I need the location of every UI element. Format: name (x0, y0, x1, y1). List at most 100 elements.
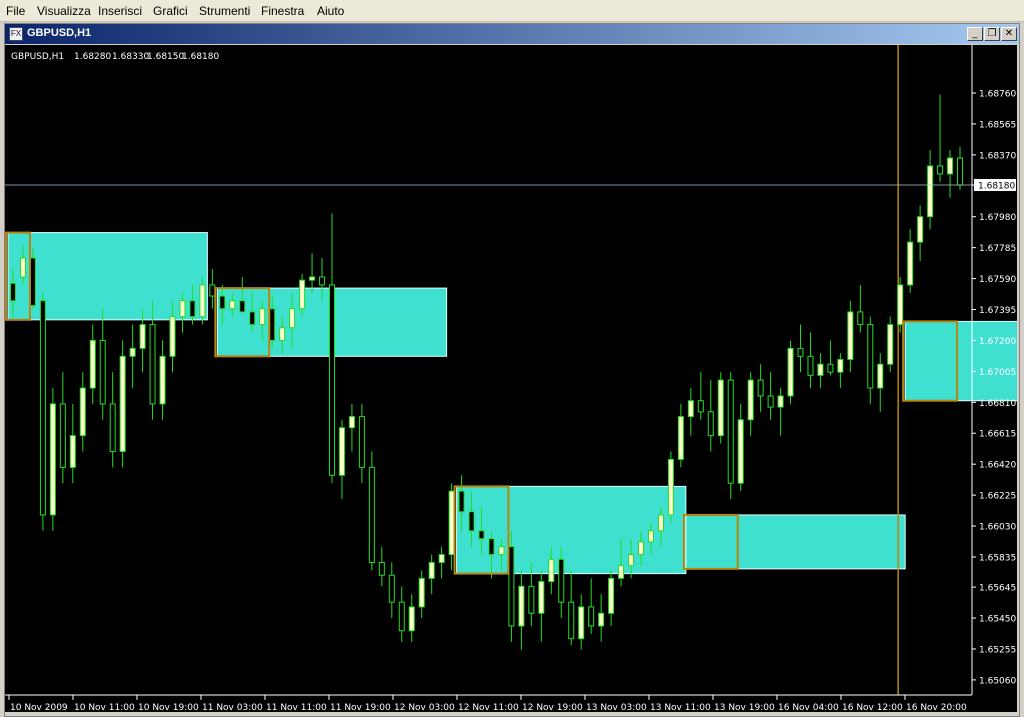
price-tick-label: 1.67785 (979, 244, 1016, 254)
candle-bull (747, 379, 754, 421)
menu-visualizza[interactable]: Visualizza (37, 4, 91, 18)
candle-bear (707, 411, 714, 437)
close-button[interactable]: ✕ (1001, 27, 1017, 41)
candle-bull (877, 363, 884, 389)
candle-bull (887, 324, 894, 365)
candle-bull (777, 395, 784, 408)
candle-bear (827, 363, 834, 373)
candle-bear (398, 601, 405, 632)
time-tick-label: 16 Nov 20:00 (906, 703, 967, 712)
candle-bear (508, 546, 515, 627)
price-tick-label: 1.68370 (979, 151, 1016, 161)
candle-bear (767, 395, 774, 408)
supply-demand-zone (904, 320, 1017, 402)
candle-bear (99, 339, 106, 405)
chart-info-open: 1.68280 (74, 52, 111, 62)
candle-bull (917, 216, 924, 243)
minimize-button[interactable]: _ (967, 27, 983, 41)
price-tick-label: 1.65835 (979, 553, 1016, 563)
candle-bull (89, 339, 96, 389)
candle-bear (478, 530, 485, 540)
menu-finestra[interactable]: Finestra (261, 4, 304, 18)
time-tick-label: 13 Nov 03:00 (586, 703, 647, 712)
candle-bull (418, 577, 425, 608)
candle-bull (687, 400, 694, 418)
candle-bull (897, 284, 904, 326)
window-titlebar[interactable]: FX GBPUSD,H1 _ ❐ ✕ (5, 24, 1019, 44)
candle-bear (328, 284, 335, 476)
time-tick-label: 10 Nov 11:00 (74, 703, 135, 712)
candle-bull (647, 530, 654, 543)
candle-bear (588, 606, 595, 627)
candle-bear (388, 574, 395, 603)
candle-bull (657, 514, 664, 532)
candle-bear (249, 311, 256, 326)
time-tick-label: 12 Nov 03:00 (394, 703, 455, 712)
candle-bear (319, 276, 326, 286)
candle-bull (179, 300, 186, 318)
price-tick-label: 1.66030 (979, 523, 1016, 533)
candle-bull (438, 554, 445, 564)
menu-file[interactable]: File (6, 4, 25, 18)
candle-bull (817, 363, 824, 376)
candle-bear (528, 585, 535, 614)
candle-bull (279, 327, 286, 341)
candle-bear (39, 300, 46, 516)
price-tick-label: 1.67395 (979, 306, 1016, 316)
candle-bull (787, 347, 794, 397)
time-tick-label: 13 Nov 19:00 (714, 703, 775, 712)
candle-bull (49, 403, 56, 516)
time-tick-label: 12 Nov 11:00 (458, 703, 519, 712)
price-tick-label: 1.67980 (979, 213, 1016, 223)
price-tick-label: 1.68565 (979, 120, 1016, 130)
candle-bear (957, 157, 963, 186)
candle-bear (109, 403, 116, 452)
time-tick-label: 11 Nov 03:00 (202, 703, 263, 712)
candle-bull (548, 558, 555, 583)
price-tick-label: 1.66420 (979, 461, 1016, 471)
candle-bear (797, 347, 804, 357)
candle-bear (209, 284, 216, 297)
time-tick-label: 16 Nov 04:00 (778, 703, 839, 712)
candle-bull (119, 355, 126, 452)
price-chart[interactable]: GBPUSD,H1 1.68280 1.68330 1.68150 1.6818… (5, 45, 1017, 712)
candle-bull (79, 387, 86, 437)
supply-demand-zone (7, 232, 208, 321)
candle-bear (937, 165, 944, 175)
candle-bear (757, 379, 764, 397)
candle-bear (239, 300, 246, 313)
candle-bull (538, 581, 545, 614)
candle-bull (628, 554, 635, 567)
candle-bull (289, 308, 296, 329)
price-tick-label: 1.65255 (979, 645, 1016, 655)
price-tick-label: 1.65060 (979, 676, 1016, 686)
price-tick-label: 1.66225 (979, 492, 1016, 502)
time-tick-label: 16 Nov 12:00 (842, 703, 903, 712)
menu-inserisci[interactable]: Inserisci (98, 4, 142, 18)
restore-button[interactable]: ❐ (984, 27, 1000, 41)
candle-bull (348, 416, 355, 429)
candle-bull (338, 427, 345, 476)
chart-canvas: GBPUSD,H1 1.68280 1.68330 1.68150 1.6818… (5, 45, 1017, 712)
candle-bear (468, 511, 475, 532)
candle-bear (727, 379, 734, 484)
candle-bull (159, 355, 166, 405)
candle-bear (269, 308, 276, 341)
candle-bull (667, 458, 674, 516)
time-tick-label: 11 Nov 11:00 (266, 703, 327, 712)
candle-bull (927, 165, 934, 218)
price-tick-label: 1.66615 (979, 430, 1016, 440)
candle-bull (19, 257, 26, 278)
price-tick-label: 1.67200 (979, 337, 1016, 347)
candle-bull (737, 419, 744, 484)
candle-bull (199, 284, 206, 318)
chart-info-symbol: GBPUSD,H1 (11, 52, 64, 62)
time-tick-label: 10 Nov 2009 (10, 703, 68, 712)
price-tick-label: 1.68760 (979, 90, 1016, 100)
menu-aiuto[interactable]: Aiuto (317, 4, 344, 18)
menu-strumenti[interactable]: Strumenti (199, 4, 250, 18)
candle-bull (129, 347, 136, 357)
supply-demand-zone (685, 514, 906, 570)
menu-grafici[interactable]: Grafici (153, 4, 188, 18)
price-tick-label: 1.66810 (979, 399, 1016, 409)
